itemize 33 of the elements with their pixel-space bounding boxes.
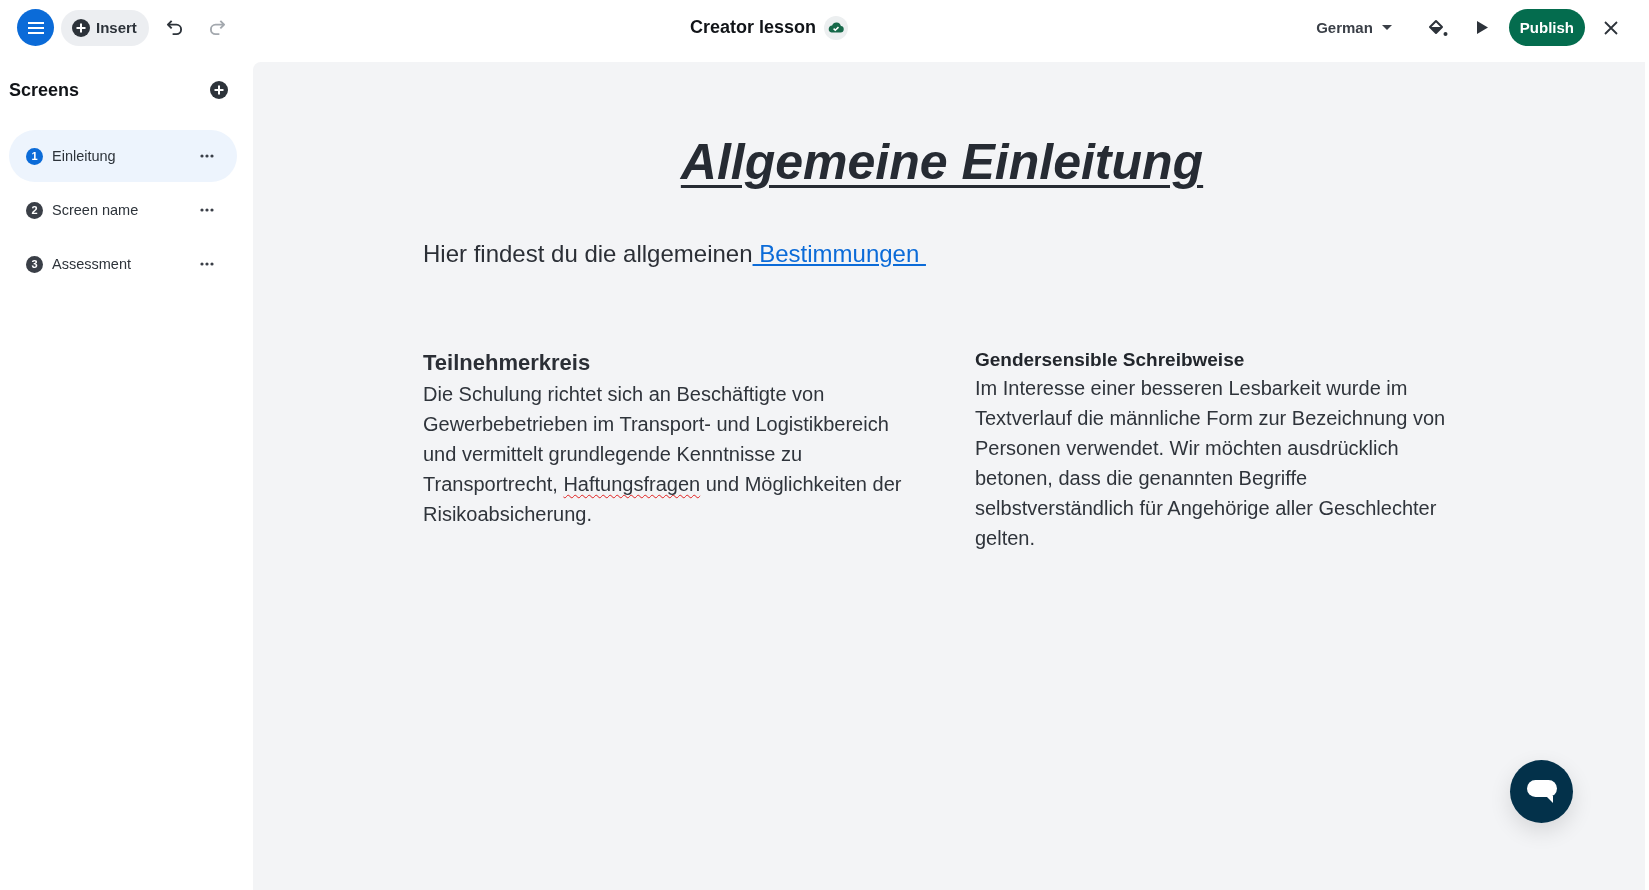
paint-bucket-icon [1427,18,1448,37]
paragraph-text: Die Schulung richtet sich an Beschäftigte von Gewerbebetrieben im Transport- und Logistikbereich und vermittelt grundlegende Kenntnisse zu Transportrecht, Haftungsfragen und Möglichkeiten der Risikoabsicherung. [423,382,903,527]
plus-circle-icon [72,18,90,37]
add-screen-button[interactable] [210,81,228,99]
plus-circle-icon [210,81,228,99]
intro-text: Hier findest du die allgemeinen Bestimmungen [423,238,926,270]
terms-link[interactable]: Bestimmungen [752,240,926,267]
screen-item[interactable]: 3 Assessment [9,238,237,290]
close-icon [1604,20,1618,35]
more-icon [200,262,214,266]
step-number: 2 [26,201,43,219]
more-icon [200,154,214,158]
step-number: 1 [26,147,43,165]
language-dropdown[interactable]: German [1308,11,1400,44]
document-title: Creator lesson [690,17,817,38]
caret-icon [1381,25,1392,30]
redo-icon [209,19,227,36]
section-heading: Gendersensible Schreibweise [975,348,1246,372]
screen-item[interactable]: 2 Screen name [9,184,237,236]
more-icon [200,208,214,212]
play-icon [1477,21,1489,34]
paragraph-text: Im Interesse einer besseren Lesbarkeit wurde im Textverlauf die männliche Form zur Bezeichnung von Personen verwendet. Wir möchten ausdrücklich betonen, dass die genannten Begriffe selbstverständlich für Angehörige aller Geschlechter gelten. [975,376,1447,551]
undo-icon [166,19,184,36]
screen-item[interactable]: 1 Einleitung [9,130,237,182]
step-number: 3 [26,255,43,273]
chat-bubble-icon [1526,780,1557,803]
sidebar-title: Screens [9,79,80,101]
menu-icon [27,21,44,34]
insert-button[interactable]: Insert [61,9,149,46]
section-heading: Teilnehmerkreis [423,349,592,377]
lesson-title: Allgemeine Einleitung [680,133,1204,192]
publish-button[interactable]: Publish [1508,9,1585,46]
menu-button[interactable] [17,9,54,46]
